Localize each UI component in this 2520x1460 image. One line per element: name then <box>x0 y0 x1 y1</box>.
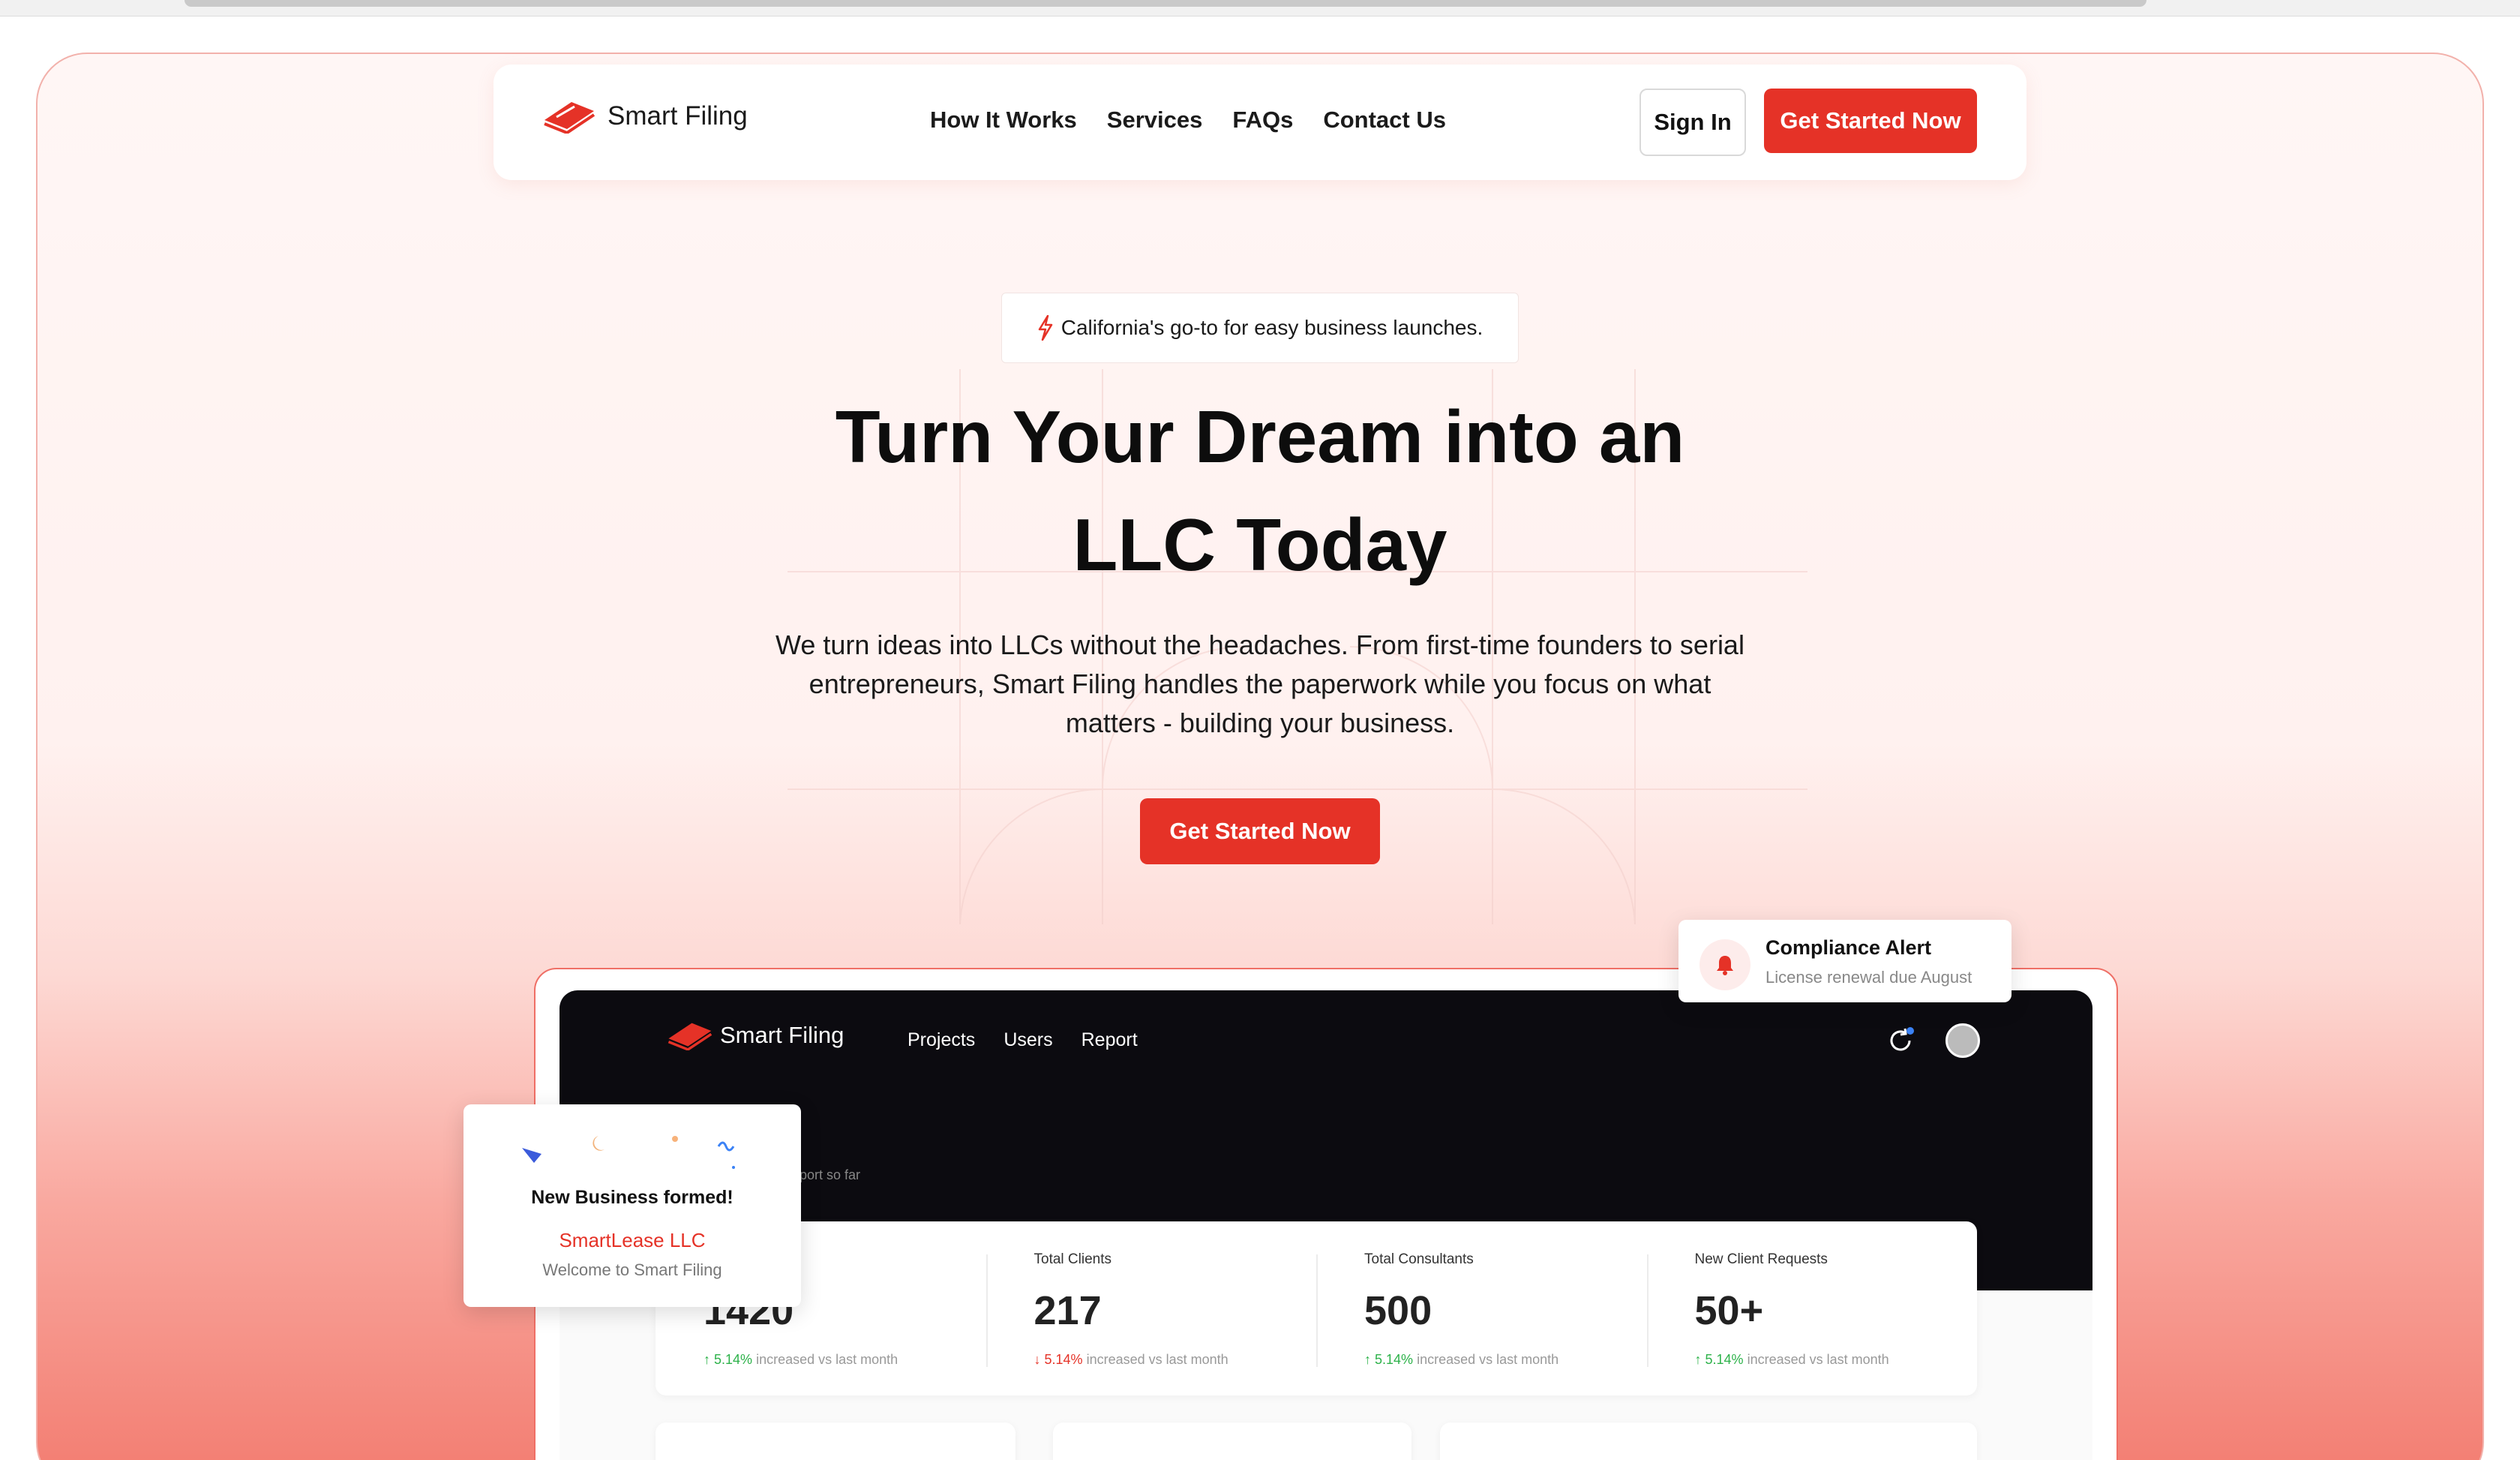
mockup-faint-text: port so far <box>800 1167 861 1182</box>
stat-trend: ↑ 5.14% increased vs last month <box>1364 1352 1647 1368</box>
trend-up-icon: ↑ <box>1364 1352 1376 1367</box>
stat-trend: ↑ 5.14% increased vs last month <box>1695 1352 1978 1368</box>
trend-value: 5.14% <box>1044 1352 1083 1367</box>
hero-get-started-button[interactable]: Get Started Now <box>1140 798 1380 864</box>
nav-get-started-button[interactable]: Get Started Now <box>1764 89 1977 153</box>
hero-title: Turn Your Dream into an LLC Today <box>675 383 1845 599</box>
mockup-lower-card <box>1053 1422 1412 1460</box>
mockup-brand-name: Smart Filing <box>720 1022 844 1048</box>
top-nav: Smart Filing How It Works Services FAQs … <box>494 65 2026 180</box>
stat-value: 500 <box>1364 1288 1432 1333</box>
stat-value: 50+ <box>1694 1288 1764 1333</box>
mockup-brand: Smart Filing <box>666 1020 844 1050</box>
mockup-lower-card <box>1440 1422 1977 1460</box>
stats-panel: 1420 ↑ 5.14% increased vs last month Tot… <box>656 1221 1977 1395</box>
mockup-lower-card <box>656 1422 1016 1460</box>
mockup-logo-icon <box>668 1023 712 1050</box>
trend-up-icon: ↑ <box>1694 1352 1706 1367</box>
trend-value: 5.14% <box>1705 1352 1744 1367</box>
new-business-card: New Business formed! SmartLease LLC Welc… <box>464 1104 801 1307</box>
sign-in-button[interactable]: Sign In <box>1640 89 1746 156</box>
confetti-icon <box>522 1136 735 1169</box>
brand-name: Smart Filing <box>608 101 748 131</box>
stat-trend: ↓ 5.14% increased vs last month <box>1034 1352 1317 1368</box>
stat-card: Total Clients 217 ↓ 5.14% increased vs l… <box>986 1221 1317 1395</box>
brand-logo[interactable]: Smart Filing <box>542 99 748 134</box>
trend-value: 5.14% <box>1375 1352 1414 1367</box>
notification-company: SmartLease LLC <box>559 1229 706 1251</box>
bolt-icon <box>1038 315 1052 341</box>
compliance-alert-card: Compliance Alert License renewal due Aug… <box>1678 920 2012 1002</box>
nav-link-faqs[interactable]: FAQs <box>1232 107 1293 134</box>
browser-strip <box>0 0 2520 17</box>
bell-icon <box>1700 939 1750 990</box>
mockup-nav: Projects Users Report <box>908 1029 1138 1051</box>
notification-subtitle: Welcome to Smart Filing <box>542 1260 722 1279</box>
trend-down-icon: ↓ <box>1034 1352 1045 1367</box>
nav-link-how-it-works[interactable]: How It Works <box>930 107 1077 134</box>
stat-value: 217 <box>1034 1288 1102 1333</box>
trend-value: 5.14% <box>714 1352 753 1367</box>
trend-text: increased vs last month <box>1747 1352 1889 1367</box>
mockup-header-icons <box>1886 1023 1980 1058</box>
stat-label: Total Clients <box>1034 1251 1112 1267</box>
nav-link-contact-us[interactable]: Contact Us <box>1323 107 1446 134</box>
mockup-lower-cards <box>560 1422 2092 1460</box>
mockup-nav-users: Users <box>1004 1029 1053 1050</box>
hero-title-line-2: LLC Today <box>1072 503 1448 586</box>
trend-text: increased vs last month <box>756 1352 898 1367</box>
alert-title: Compliance Alert <box>1766 936 1932 959</box>
stat-label: New Client Requests <box>1694 1251 1828 1267</box>
nav-links: How It Works Services FAQs Contact Us <box>930 107 1446 134</box>
stat-trend: ↑ 5.14% increased vs last month <box>704 1352 986 1368</box>
hero-title-line-1: Turn Your Dream into an <box>835 395 1685 478</box>
browser-scrollbar[interactable] <box>184 0 2146 7</box>
notification-title: New Business formed! <box>531 1187 734 1208</box>
trend-text: increased vs last month <box>1086 1352 1228 1367</box>
mockup-nav-projects: Projects <box>908 1029 976 1050</box>
hero-tag-text: California's go-to for easy business lau… <box>1060 316 1484 339</box>
mockup-nav-report: Report <box>1081 1029 1138 1050</box>
trend-text: increased vs last month <box>1417 1352 1559 1367</box>
stat-card: Total Consultants 500 ↑ 5.14% increased … <box>1316 1221 1647 1395</box>
hero-tag: California's go-to for easy business lau… <box>1001 293 1519 363</box>
nav-link-services[interactable]: Services <box>1107 107 1203 134</box>
stat-card: New Client Requests 50+ ↑ 5.14% increase… <box>1646 1221 1978 1395</box>
stat-label: Total Consultants <box>1364 1251 1474 1267</box>
smart-filing-logo-icon <box>544 102 596 134</box>
alert-subtitle: License renewal due August <box>1766 968 1972 987</box>
refresh-icon <box>1890 1027 1914 1051</box>
trend-up-icon: ↑ <box>704 1352 715 1367</box>
avatar <box>1946 1023 1980 1058</box>
hero-subtitle: We turn ideas into LLCs without the head… <box>776 629 1744 738</box>
